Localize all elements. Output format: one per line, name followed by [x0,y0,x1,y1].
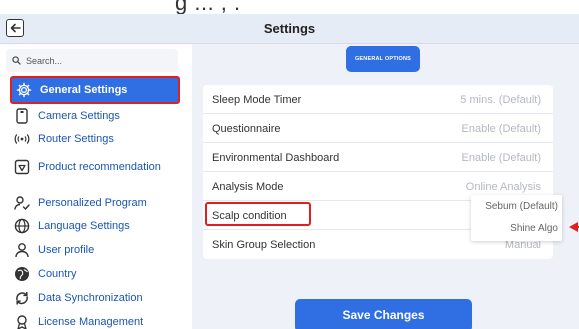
setting-label: Environmental Dashboard [212,152,340,164]
cropped-caption: g ... , . [175,0,241,14]
setting-row-questionnaire[interactable]: Questionnaire Enable (Default) [203,114,553,143]
sidebar-item-label: Camera Settings [38,110,120,122]
sync-icon [14,290,30,306]
product-icon [14,159,30,175]
setting-row-environmental-dashboard[interactable]: Environmental Dashboard Enable (Default) [203,143,553,172]
globe-icon [14,218,30,234]
sidebar-item-country[interactable]: Country [14,266,184,282]
sidebar-item-general-settings[interactable]: General Settings [10,76,180,104]
person-check-icon [14,195,30,211]
search-icon [12,56,21,65]
sidebar-item-language-settings[interactable]: Language Settings [14,218,184,234]
scalp-condition-dropdown[interactable]: Sebum (Default) Shine Algo [471,195,562,241]
setting-label: Sleep Mode Timer [212,94,302,106]
sidebar-item-user-profile[interactable]: User profile [14,242,184,258]
setting-value: 5 mins. (Default) [460,94,541,106]
save-changes-button[interactable]: Save Changes [295,299,472,329]
setting-label: Skin Group Selection [212,239,316,251]
sidebar-item-label: Personalized Program [38,197,147,209]
router-icon [14,131,30,147]
app-header: Settings [0,14,579,44]
dropdown-option-sebum[interactable]: Sebum (Default) [485,201,558,212]
search-placeholder: Search... [26,55,63,66]
gear-icon [16,82,32,98]
license-icon [14,314,30,329]
sidebar-item-label: Language Settings [38,220,130,232]
general-options-button[interactable]: GENERAL OPTIONS [346,46,420,72]
sidebar-item-label: Country [38,268,77,280]
setting-row-sleep-mode-timer[interactable]: Sleep Mode Timer 5 mins. (Default) [203,85,553,114]
sidebar-item-label: General Settings [40,84,128,96]
page-title: Settings [263,21,316,36]
sidebar-item-label: License Management [38,316,144,328]
dropdown-option-shine-algo[interactable]: Shine Algo [510,223,558,234]
sidebar-item-label: User profile [38,244,95,256]
sidebar-item-router-settings[interactable]: Router Settings [14,131,184,147]
user-icon [14,242,30,258]
setting-label: Scalp condition [212,210,287,222]
setting-label: Analysis Mode [212,181,284,193]
setting-value: Enable (Default) [461,152,542,164]
setting-value: Enable (Default) [461,123,542,135]
settings-sidebar: Search... General Settings Camera Settin… [0,44,192,329]
country-icon [14,266,30,282]
sidebar-item-label: Data Synchronization [38,292,143,304]
setting-label: Questionnaire [212,123,281,135]
sidebar-item-label: Product recommendation [38,161,161,173]
camera-device-icon [14,108,30,124]
top-cropped-text: g ... , . [0,0,579,14]
main-content: Search... General Settings Camera Settin… [0,44,579,329]
sidebar-item-license-management[interactable]: License Management [14,314,184,329]
sidebar-item-data-synchronization[interactable]: Data Synchronization [14,290,184,306]
sidebar-item-label: Router Settings [38,133,114,145]
setting-value: Online Analysis [465,181,541,193]
sidebar-item-personalized-program[interactable]: Personalized Program [14,195,184,211]
search-input[interactable]: Search... [6,49,178,72]
sidebar-item-camera-settings[interactable]: Camera Settings [14,108,184,124]
sidebar-item-product-recommendation[interactable]: Product recommendation [14,159,184,175]
